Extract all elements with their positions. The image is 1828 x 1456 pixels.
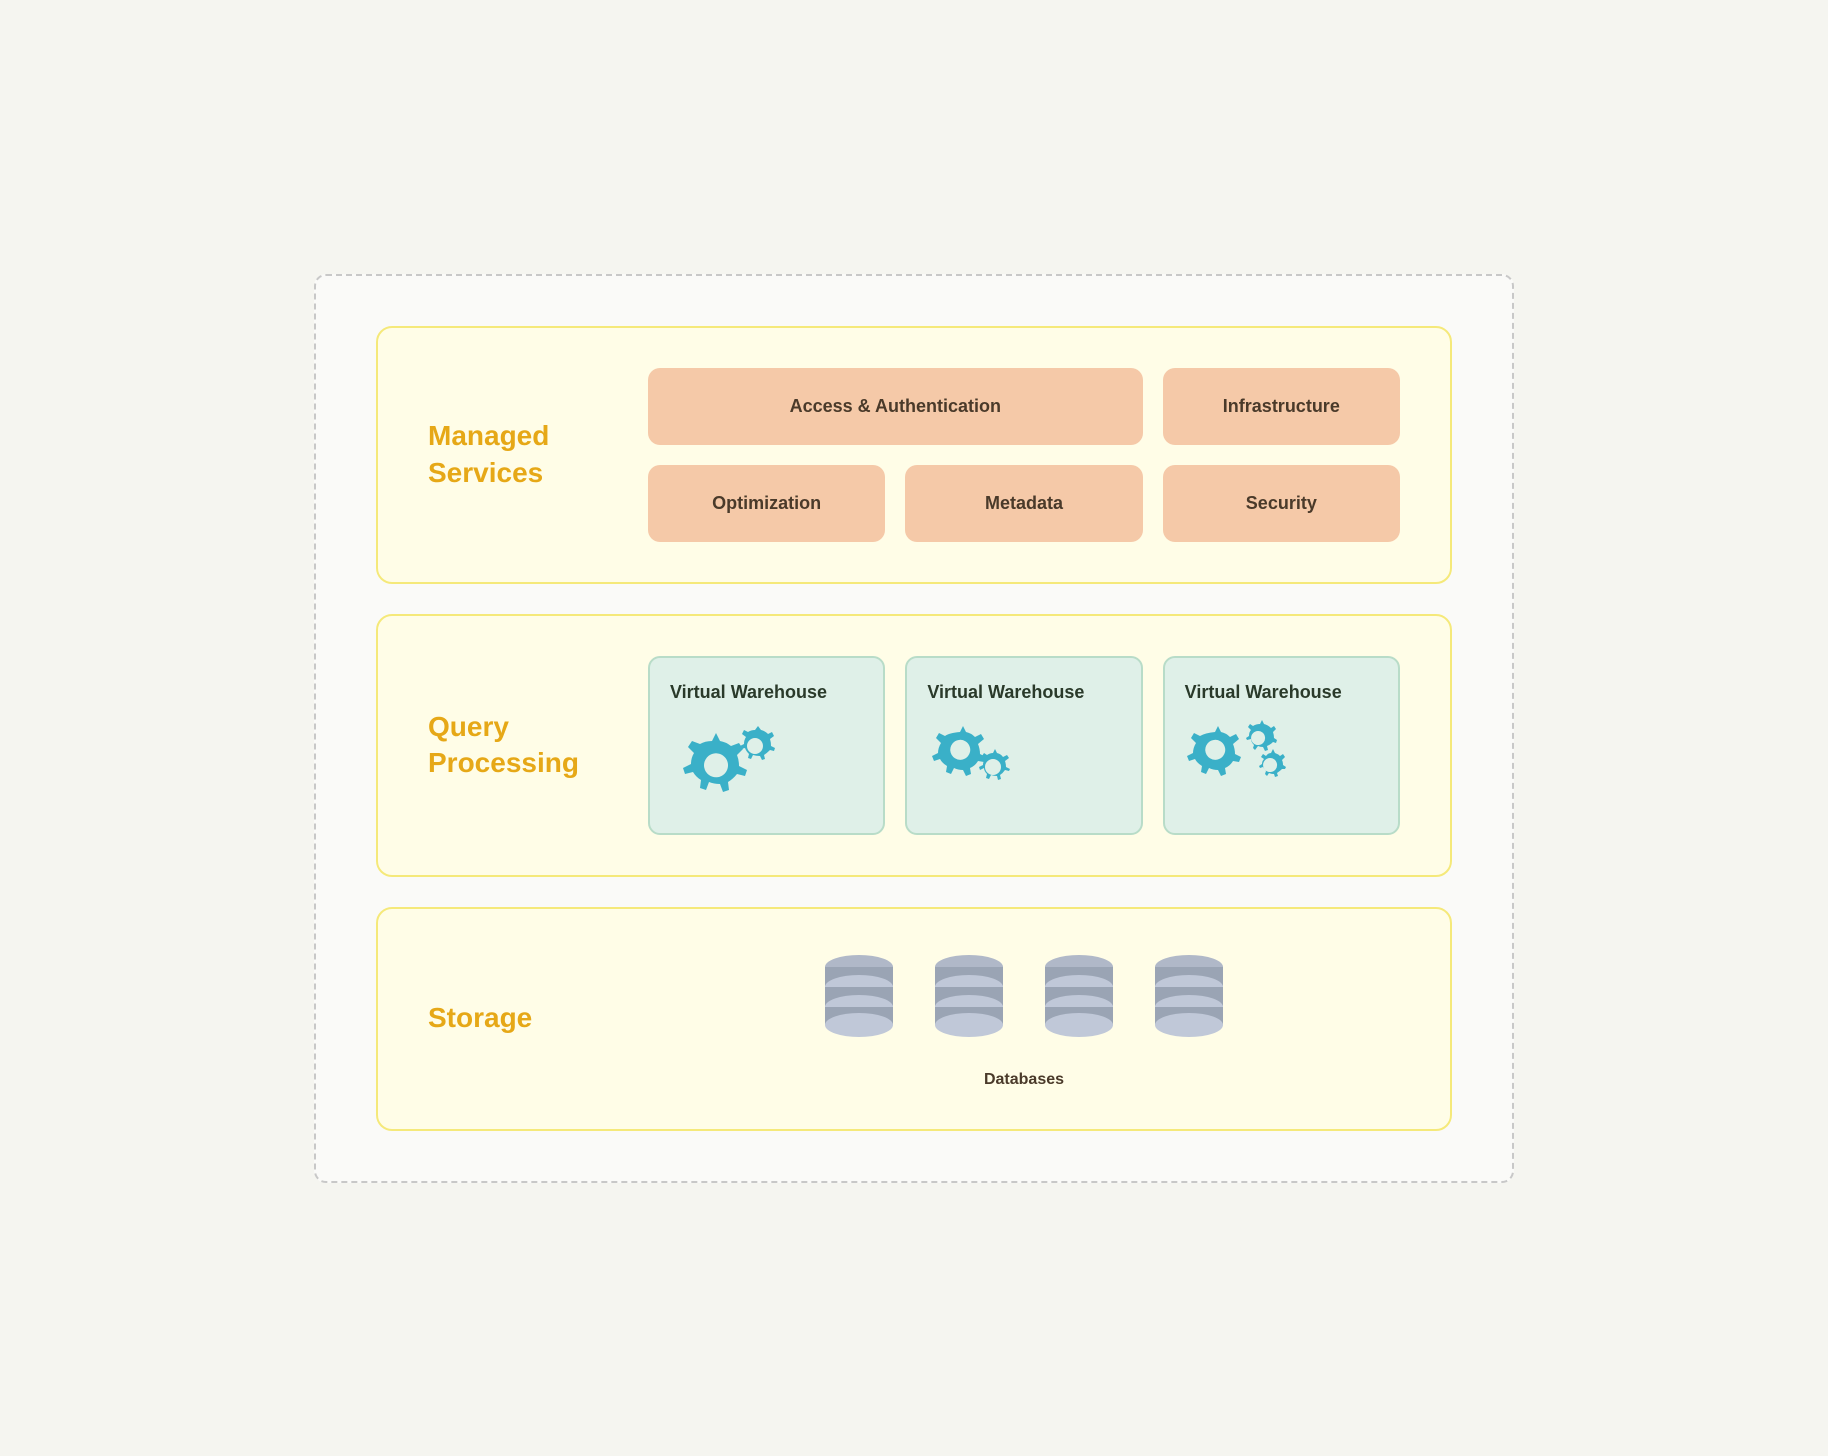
gears-icon-medium: [927, 719, 1017, 799]
database-icon-1: [819, 949, 899, 1049]
card-infrastructure: Infrastructure: [1163, 368, 1400, 445]
outer-container: Managed Services Access & Authentication…: [314, 274, 1514, 1183]
databases-label: Databases: [984, 1071, 1064, 1089]
card-access-auth: Access & Authentication: [648, 368, 1143, 445]
managed-services-section: Managed Services Access & Authentication…: [376, 326, 1452, 584]
storage-title: Storage: [428, 1000, 608, 1036]
virtual-warehouse-2: Virtual Warehouse: [905, 656, 1142, 835]
query-processing-grid: Virtual Warehouse Virt: [648, 656, 1400, 835]
card-metadata: Metadata: [905, 465, 1142, 542]
card-security: Security: [1163, 465, 1400, 542]
virtual-warehouse-1: Virtual Warehouse: [648, 656, 885, 835]
storage-content: Databases: [648, 949, 1400, 1089]
gears-icon-large: [670, 719, 780, 809]
virtual-warehouse-3: Virtual Warehouse: [1163, 656, 1400, 835]
query-processing-section: Query Processing Virtual Warehouse: [376, 614, 1452, 877]
database-icon-2: [929, 949, 1009, 1049]
database-icon-4: [1149, 949, 1229, 1049]
query-processing-title: Query Processing: [428, 709, 608, 782]
storage-section: Storage: [376, 907, 1452, 1131]
database-icon-3: [1039, 949, 1119, 1049]
card-optimization: Optimization: [648, 465, 885, 542]
gears-icon-small: [1185, 719, 1295, 799]
managed-services-title: Managed Services: [428, 418, 608, 491]
managed-services-grid: Access & Authentication Infrastructure O…: [648, 368, 1400, 542]
databases-row: [819, 949, 1229, 1049]
